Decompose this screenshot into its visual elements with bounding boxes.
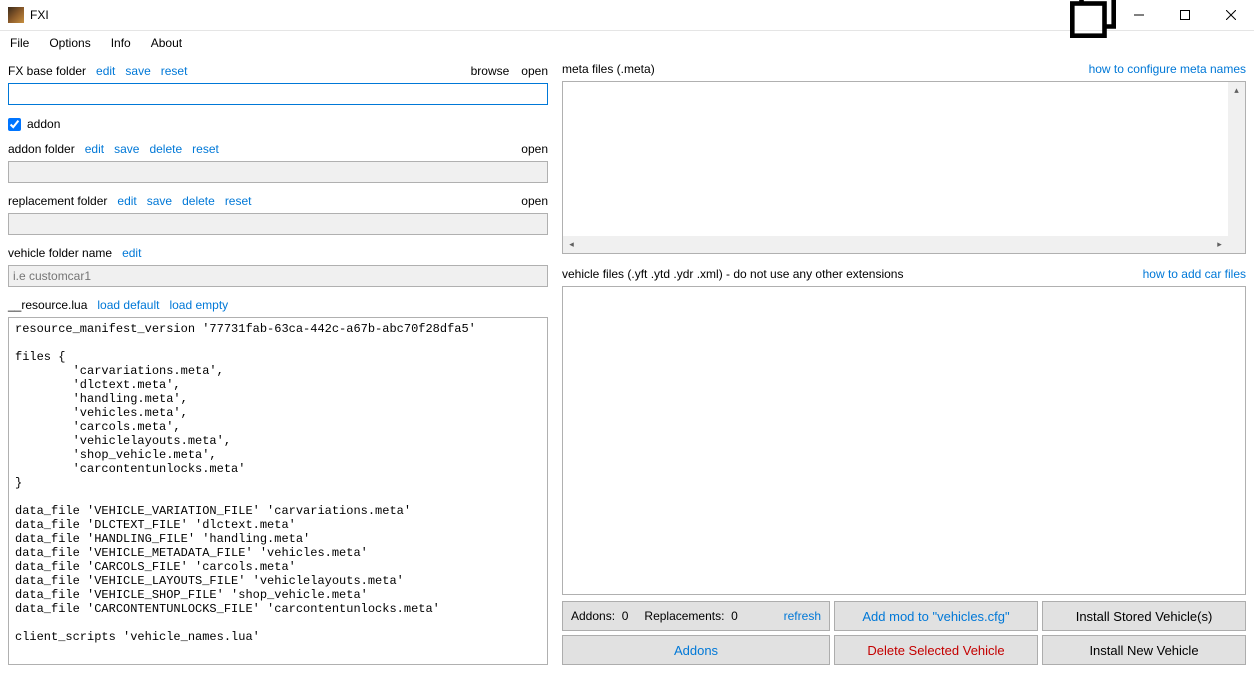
replacements-count-label: Replacements: 0 [644,609,737,623]
content: FX base folder edit save reset browse op… [0,55,1254,673]
vehicle-name-header: vehicle folder name edit [8,243,548,263]
left-column: FX base folder edit save reset browse op… [8,59,548,665]
refresh-link[interactable]: refresh [784,609,821,623]
scroll-left-icon[interactable]: ◂ [563,236,580,253]
maximize-button[interactable] [1162,0,1208,30]
fx-base-save[interactable]: save [125,64,150,78]
vehicle-name-edit[interactable]: edit [122,246,141,260]
addon-folder-header: addon folder edit save delete reset open [8,139,548,159]
window-controls [1070,0,1254,30]
replacement-folder-header: replacement folder edit save delete rese… [8,191,548,211]
titlebar: FXI [0,0,1254,31]
fx-base-input[interactable] [8,83,548,105]
addon-checkbox-row: addon [8,117,548,131]
meta-files-list[interactable]: ▴ ◂ ▸ [562,81,1246,254]
right-column: meta files (.meta) how to configure meta… [562,59,1246,665]
scrollbar-horizontal[interactable]: ◂ ▸ [563,236,1228,253]
delete-selected-button[interactable]: Delete Selected Vehicle [834,635,1038,665]
restore-down-secondary-icon[interactable] [1070,0,1116,30]
vehicle-files-list[interactable] [562,286,1246,595]
fx-base-label: FX base folder [8,64,86,78]
addon-folder-delete[interactable]: delete [149,142,182,156]
minimize-button[interactable] [1116,0,1162,30]
vehicle-files-help-link[interactable]: how to add car files [1143,267,1246,281]
replacement-folder-label: replacement folder [8,194,107,208]
fx-base-edit[interactable]: edit [96,64,115,78]
replacement-folder-save[interactable]: save [147,194,172,208]
resource-header: __resource.lua load default load empty [8,295,548,315]
addon-folder-reset[interactable]: reset [192,142,219,156]
resource-load-empty[interactable]: load empty [169,298,228,312]
replacement-folder-delete[interactable]: delete [182,194,215,208]
fx-base-header: FX base folder edit save reset browse op… [8,61,548,81]
fx-base-open[interactable]: open [521,64,548,78]
install-stored-button[interactable]: Install Stored Vehicle(s) [1042,601,1246,631]
add-mod-button[interactable]: Add mod to "vehicles.cfg" [834,601,1038,631]
menu-options[interactable]: Options [49,36,90,50]
vehicle-files-label: vehicle files (.yft .ytd .ydr .xml) - do… [562,267,903,281]
addon-folder-save[interactable]: save [114,142,139,156]
scroll-up-icon[interactable]: ▴ [1228,82,1245,99]
menu-about[interactable]: About [151,36,182,50]
resource-load-default[interactable]: load default [97,298,159,312]
install-new-button[interactable]: Install New Vehicle [1042,635,1246,665]
menu-info[interactable]: Info [111,36,131,50]
addon-folder-label: addon folder [8,142,75,156]
stats-box: Addons: 0 Replacements: 0 refresh [562,601,830,631]
replacement-folder-input[interactable] [8,213,548,235]
replacement-folder-reset[interactable]: reset [225,194,252,208]
scroll-right-icon[interactable]: ▸ [1211,236,1228,253]
addon-folder-input[interactable] [8,161,548,183]
menubar: File Options Info About [0,31,1254,55]
window-title: FXI [30,8,49,22]
addons-button[interactable]: Addons [562,635,830,665]
addon-folder-edit[interactable]: edit [85,142,104,156]
addons-count-label: Addons: 0 [571,609,628,623]
bottom-controls: Addons: 0 Replacements: 0 refresh Add mo… [562,601,1246,665]
replacement-folder-edit[interactable]: edit [117,194,136,208]
meta-header: meta files (.meta) how to configure meta… [562,59,1246,79]
menu-file[interactable]: File [10,36,29,50]
meta-help-link[interactable]: how to configure meta names [1089,62,1246,76]
app-icon [8,7,24,23]
resource-code-area[interactable]: resource_manifest_version '77731fab-63ca… [8,317,548,665]
addon-checkbox[interactable] [8,118,21,131]
vehicle-name-input[interactable] [8,265,548,287]
addon-folder-open[interactable]: open [521,142,548,156]
close-button[interactable] [1208,0,1254,30]
vehicle-files-header: vehicle files (.yft .ytd .ydr .xml) - do… [562,264,1246,284]
meta-label: meta files (.meta) [562,62,655,76]
resource-label: __resource.lua [8,298,87,312]
scrollbar-vertical[interactable]: ▴ [1228,82,1245,253]
vehicle-name-label: vehicle folder name [8,246,112,260]
addon-checkbox-label: addon [27,117,60,131]
fx-base-reset[interactable]: reset [161,64,188,78]
fx-base-browse[interactable]: browse [471,64,510,78]
replacement-folder-open[interactable]: open [521,194,548,208]
